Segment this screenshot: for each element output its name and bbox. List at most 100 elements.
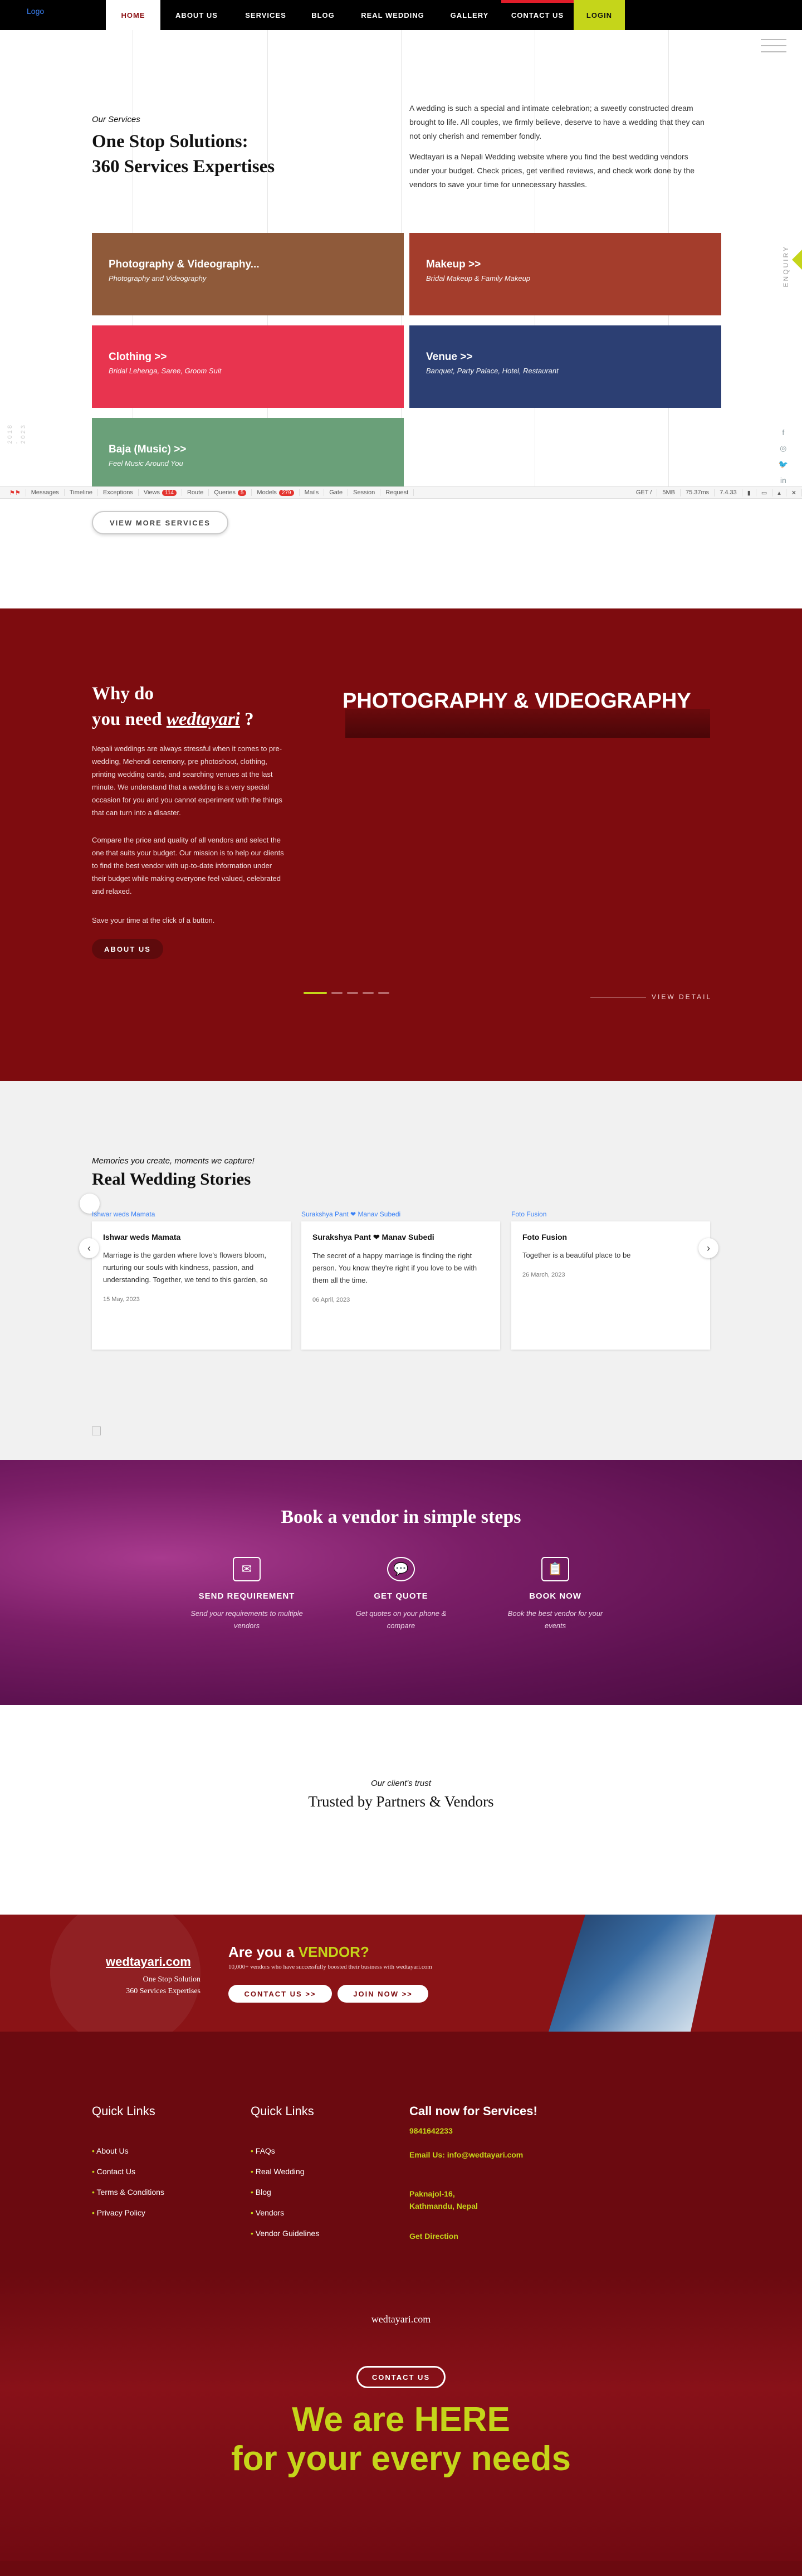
get-direction-link[interactable]: Get Direction <box>409 2230 458 2242</box>
card-title: Venue >> <box>426 351 473 363</box>
slider-dot[interactable] <box>304 992 327 994</box>
footer-link-privacy[interactable]: Privacy Policy <box>92 2203 164 2223</box>
debug-tab-messages[interactable]: Messages <box>26 489 65 496</box>
restore-icon[interactable]: ▭ <box>756 489 773 496</box>
story-image[interactable]: Foto Fusion <box>511 1210 710 1221</box>
footer-link-contact[interactable]: Contact Us <box>92 2161 164 2182</box>
nav-gallery[interactable]: GALLERY <box>438 0 501 30</box>
address: Paknajol-16, Kathmandu, Nepal <box>409 2189 478 2210</box>
vendor-contact-button[interactable]: CONTACT US >> <box>228 1985 332 2003</box>
story-card[interactable]: Ishwar weds Mamata Ishwar weds Mamata Ma… <box>92 1210 291 1350</box>
debug-memory: 5MB <box>657 489 681 496</box>
story-date: 26 March, 2023 <box>522 1272 565 1278</box>
debug-tab-queries[interactable]: Queries 5 <box>209 489 252 496</box>
nav-services[interactable]: SERVICES <box>233 0 299 30</box>
story-excerpt: Marriage is the garden where love's flow… <box>103 1251 268 1284</box>
vendor-join-button[interactable]: JOIN NOW >> <box>338 1985 428 2003</box>
site-logo[interactable]: Logo <box>27 7 44 16</box>
debug-tab-route[interactable]: Route <box>182 489 209 496</box>
debug-toolbar: ⚑⚑ Messages Timeline Exceptions Views 114… <box>0 486 802 499</box>
brand-link[interactable]: wedtayari <box>167 709 240 729</box>
story-image[interactable]: Surakshya Pant ❤ Manav Subedi <box>301 1210 500 1221</box>
instagram-icon[interactable]: ◎ <box>779 444 788 453</box>
linkedin-icon[interactable]: in <box>779 476 788 485</box>
footer-link-vendor-guidelines[interactable]: Vendor Guidelines <box>251 2223 319 2244</box>
story-name[interactable]: Ishwar weds Mamata <box>103 1233 280 1241</box>
footer-link-about[interactable]: About Us <box>92 2141 164 2161</box>
slider-dot[interactable] <box>378 992 389 994</box>
logo-alt: Logo <box>27 7 45 16</box>
debug-tab-gate[interactable]: Gate <box>324 489 349 496</box>
quick-links-title-1: Quick Links <box>92 2104 155 2118</box>
maximize-icon[interactable]: ▴ <box>772 489 786 496</box>
carousel-next-arrow-icon[interactable]: › <box>698 1238 718 1258</box>
top-navbar: Logo HOME ABOUT US SERVICES BLOG REAL WE… <box>0 0 802 30</box>
views-count-badge: 114 <box>162 489 177 496</box>
nav-contact-us[interactable]: CONTACT US <box>501 0 574 30</box>
debug-tab-mails[interactable]: Mails <box>300 489 325 496</box>
view-more-services-button[interactable]: VIEW MORE SERVICES <box>92 511 228 534</box>
debug-tab-exceptions[interactable]: Exceptions <box>98 489 139 496</box>
story-image[interactable]: Ishwar weds Mamata <box>92 1210 291 1221</box>
vendor-question: Are you a VENDOR? <box>228 1944 369 1960</box>
debugbar-logo-icon[interactable]: ⚑⚑ <box>4 489 26 496</box>
footer-link-vendors[interactable]: Vendors <box>251 2203 319 2223</box>
story-name[interactable]: Surakshya Pant ❤ Manav Subedi <box>312 1233 489 1242</box>
enquiry-tab-arrow-icon[interactable] <box>792 250 802 270</box>
models-count-badge: 279 <box>278 489 294 496</box>
step-desc: Get quotes on your phone & compare <box>355 1609 447 1630</box>
quick-links-title-2: Quick Links <box>251 2104 314 2118</box>
card-title: Photography & Videography... <box>109 259 260 270</box>
footer-contact-button[interactable]: CONTACT US <box>356 2366 446 2388</box>
folder-icon[interactable]: ▮ <box>742 489 756 496</box>
services-intro: A wedding is such a special and intimate… <box>409 101 707 198</box>
story-card[interactable]: Surakshya Pant ❤ Manav Subedi Surakshya … <box>301 1210 500 1350</box>
service-card-makeup[interactable]: Makeup >> Bridal Makeup & Family Makeup <box>409 233 721 315</box>
stories-section: Memories you create, moments we capture!… <box>0 1081 802 1460</box>
service-card-baja-music[interactable]: Baja (Music) >> Feel Music Around You <box>92 418 404 486</box>
debug-tab-views[interactable]: Views 114 <box>139 489 182 496</box>
nav-blog[interactable]: BLOG <box>299 0 348 30</box>
twitter-icon[interactable]: 🐦 <box>779 460 788 469</box>
nav-about-us[interactable]: ABOUT US <box>160 0 233 30</box>
close-icon[interactable]: ✕ <box>786 489 802 496</box>
trusted-kicker: Our client's trust <box>371 1779 431 1788</box>
service-card-clothing[interactable]: Clothing >> Bridal Lehenga, Saree, Groom… <box>92 325 404 408</box>
vendor-site-link[interactable]: wedtayari.com <box>106 1955 191 1969</box>
view-detail-link[interactable]: VIEW DETAIL <box>590 993 712 1001</box>
debug-tab-session[interactable]: Session <box>348 489 381 496</box>
slider-dot[interactable] <box>331 992 343 994</box>
debug-tab-request[interactable]: Request <box>380 489 414 496</box>
story-excerpt: Together is a beautiful place to be <box>522 1251 631 1259</box>
nav-login-button[interactable]: LOGIN <box>574 0 625 30</box>
facebook-icon[interactable]: f <box>779 428 788 437</box>
story-name[interactable]: Foto Fusion <box>522 1233 699 1241</box>
about-us-button[interactable]: ABOUT US <box>92 939 163 959</box>
footer-link-terms[interactable]: Terms & Conditions <box>92 2182 164 2203</box>
slider-dot[interactable] <box>347 992 358 994</box>
slider-dots[interactable] <box>304 992 389 994</box>
story-date: 15 May, 2023 <box>103 1296 140 1303</box>
card-subtitle: Bridal Makeup & Family Makeup <box>426 274 531 283</box>
email-link[interactable]: Email Us: info@wedtayari.com <box>409 2149 523 2161</box>
footer-link-blog[interactable]: Blog <box>251 2182 319 2203</box>
story-date: 06 April, 2023 <box>312 1297 350 1303</box>
footer-link-faqs[interactable]: FAQs <box>251 2141 319 2161</box>
slider-dot[interactable] <box>363 992 374 994</box>
debugbar-right: GET / 5MB 75.37ms 7.4.33 ▮ ▭ ▴ ✕ <box>631 489 802 496</box>
enquiry-tab-label[interactable]: ENQUIRY <box>782 245 790 287</box>
service-card-photography[interactable]: Photography & Videography... Photography… <box>92 233 404 315</box>
footer-link-real-wedding[interactable]: Real Wedding <box>251 2161 319 2182</box>
carousel-prev-arrow-icon[interactable]: ‹ <box>79 1238 99 1258</box>
debug-tab-timeline[interactable]: Timeline <box>65 489 99 496</box>
nav-home[interactable]: HOME <box>106 0 160 30</box>
nav-real-wedding[interactable]: REAL WEDDING <box>348 0 438 30</box>
debug-request-method[interactable]: GET / <box>631 489 658 496</box>
step-desc: Book the best vendor for your events <box>507 1609 603 1630</box>
debug-tab-models[interactable]: Models 279 <box>252 489 300 496</box>
service-card-venue[interactable]: Venue >> Banquet, Party Palace, Hotel, R… <box>409 325 721 408</box>
phone-number[interactable]: 9841642233 <box>409 2125 453 2137</box>
step-book-now: 📋 BOOK NOW Book the best vendor for your… <box>497 1557 614 1632</box>
story-card[interactable]: Foto Fusion Foto Fusion Together is a be… <box>511 1210 710 1350</box>
hamburger-menu-icon[interactable] <box>761 39 786 57</box>
